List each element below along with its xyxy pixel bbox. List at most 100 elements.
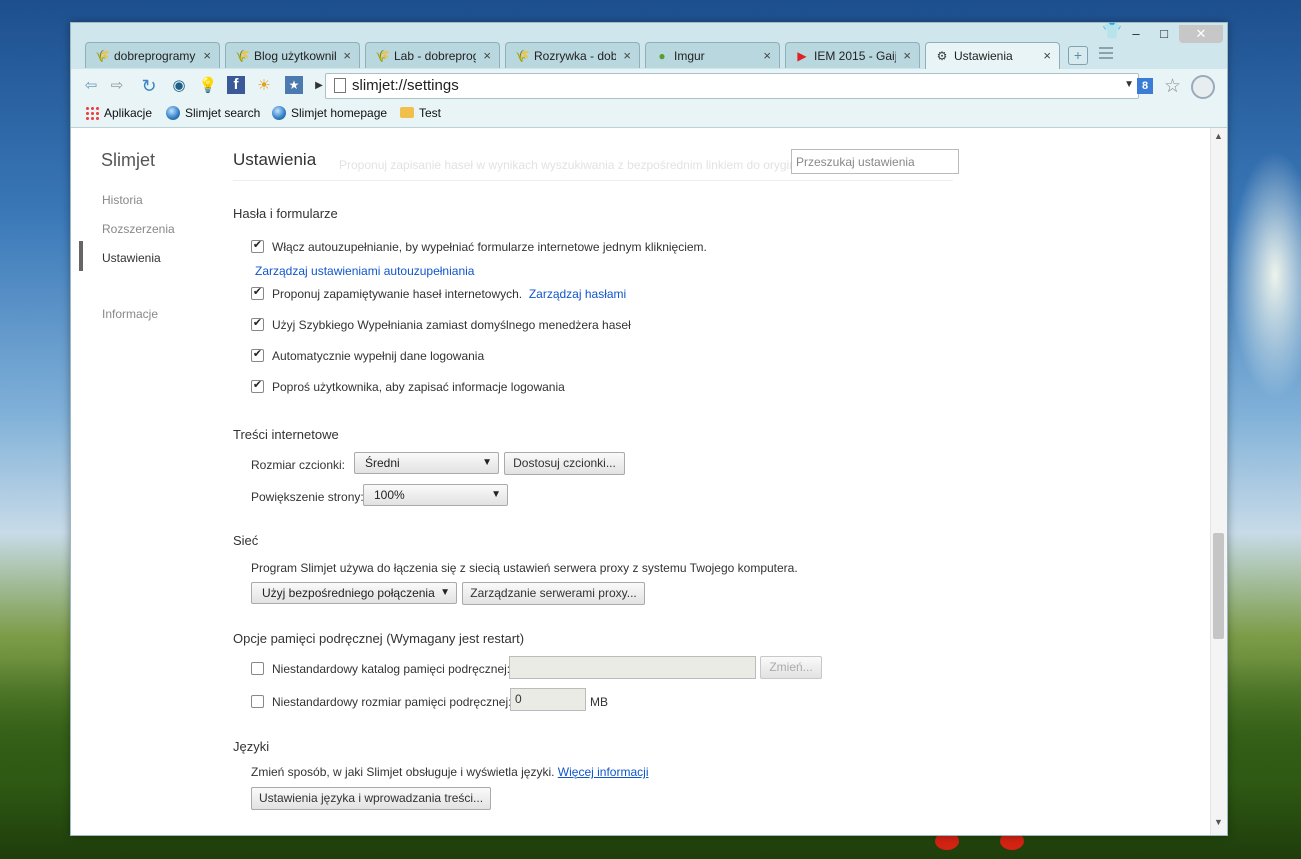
weather-icon[interactable]: ☀ xyxy=(254,76,274,96)
tab-strip: 🌾 dobreprogramy × 🌾 Blog użytkownik × 🌾 … xyxy=(71,23,1227,69)
tab-dobreprogramy[interactable]: 🌾 dobreprogramy × xyxy=(85,42,220,68)
tab-title: Blog użytkownik xyxy=(254,49,336,63)
new-tab-button[interactable]: + xyxy=(1068,46,1088,65)
font-size-select[interactable]: Średni ▼ xyxy=(354,452,499,474)
cache-dir-field[interactable] xyxy=(509,656,756,679)
tab-close-icon[interactable]: × xyxy=(763,48,771,63)
scroll-up-icon[interactable]: ▲ xyxy=(1214,131,1223,141)
download-icon[interactable]: ◉ xyxy=(169,76,189,96)
sidebar-item-historia[interactable]: Historia xyxy=(102,193,143,207)
language-settings-button[interactable]: Ustawienia języka i wprowadzania treści.… xyxy=(251,787,491,810)
settings-page: Slimjet Historia Rozszerzenia Ustawienia… xyxy=(71,128,1227,835)
tab-rozrywka[interactable]: 🌾 Rozrywka - dobr × xyxy=(505,42,640,68)
address-url[interactable]: slimjet://settings xyxy=(352,77,459,94)
favicon-youtube-icon: ▶ xyxy=(797,49,807,63)
quick-fill-checkbox[interactable] xyxy=(251,318,264,331)
proxy-settings-button[interactable]: Zarządzanie serwerami proxy... xyxy=(462,582,645,605)
tab-blog[interactable]: 🌾 Blog użytkownik × xyxy=(225,42,360,68)
bookmark-slimjet-search[interactable]: Slimjet search xyxy=(166,106,260,120)
tab-lab[interactable]: 🌾 Lab - dobreprog × xyxy=(365,42,500,68)
bookmark-label: Test xyxy=(419,106,442,120)
custom-cache-size-checkbox[interactable] xyxy=(251,695,264,708)
cache-size-unit: MB xyxy=(590,695,608,709)
customize-fonts-button[interactable]: Dostosuj czcionki... xyxy=(504,452,625,475)
maximize-button[interactable]: □ xyxy=(1151,25,1177,43)
reload-icon[interactable]: ↻ xyxy=(139,76,159,96)
tab-close-icon[interactable]: × xyxy=(623,48,631,63)
connection-select[interactable]: Użyj bezpośredniego połączenia ▼ xyxy=(251,582,457,604)
tab-close-icon[interactable]: × xyxy=(903,48,911,63)
bookmark-star-icon[interactable]: ☆ xyxy=(1164,75,1181,98)
cache-size-field[interactable]: 0 xyxy=(510,688,586,711)
scrollbar-thumb[interactable] xyxy=(1213,533,1224,639)
favicon-dp-icon: 🌾 xyxy=(95,49,110,63)
browser-window: 🌾 dobreprogramy × 🌾 Blog użytkownik × 🌾 … xyxy=(70,22,1228,836)
tab-iem[interactable]: ▶ IEM 2015 - Gaijin × xyxy=(785,42,920,68)
more-info-link[interactable]: Więcej informacji xyxy=(558,765,649,779)
bookmark-manager-icon[interactable]: ★ xyxy=(285,76,303,94)
forward-icon[interactable]: ⇨ xyxy=(107,76,127,96)
scrollbar[interactable]: ▲ ▼ xyxy=(1210,128,1227,835)
custom-cache-size-option[interactable]: Niestandardowy rozmiar pamięci podręczne… xyxy=(251,695,511,709)
section-title-languages: Języki xyxy=(233,739,270,754)
chevron-down-icon: ▼ xyxy=(440,587,450,598)
manage-passwords-link[interactable]: Zarządzaj hasłami xyxy=(529,287,626,301)
tab-close-icon[interactable]: × xyxy=(343,48,351,63)
bookmark-test[interactable]: Test xyxy=(400,106,441,120)
font-size-value: Średni xyxy=(365,456,400,470)
languages-description-row: Zmień sposób, w jaki Slimjet obsługuje i… xyxy=(251,765,648,779)
save-passwords-checkbox[interactable] xyxy=(251,287,264,300)
zoom-label: Powiększenie strony: xyxy=(251,490,364,504)
auto-login-option[interactable]: Automatycznie wypełnij dane logowania xyxy=(251,349,484,363)
theme-icon[interactable]: 👕 xyxy=(1099,23,1125,41)
minimize-button[interactable]: – xyxy=(1123,25,1149,43)
tab-close-icon[interactable]: × xyxy=(483,48,491,63)
bookmark-apps[interactable]: Aplikacje xyxy=(85,106,152,120)
ask-save-option[interactable]: Poproś użytkownika, aby zapisać informac… xyxy=(251,380,565,394)
save-passwords-option[interactable]: Proponuj zapamiętywanie haseł internetow… xyxy=(251,287,626,301)
sidebar-item-rozszerzenia[interactable]: Rozszerzenia xyxy=(102,222,175,236)
apps-icon xyxy=(85,106,99,120)
tab-title: Rozrywka - dobr xyxy=(534,49,616,63)
tab-settings[interactable]: ⚙ Ustawienia × xyxy=(925,42,1060,69)
bookmark-slimjet-homepage[interactable]: Slimjet homepage xyxy=(272,106,387,120)
tab-title: Lab - dobreprog xyxy=(394,49,476,63)
tab-title: dobreprogramy xyxy=(114,49,196,63)
favicon-dp-icon: 🌾 xyxy=(235,49,250,63)
globe-icon xyxy=(272,106,286,120)
autofill-option[interactable]: Włącz autouzupełnianie, by wypełniać for… xyxy=(251,240,707,254)
custom-cache-dir-checkbox[interactable] xyxy=(251,662,264,675)
facebook-icon[interactable]: f xyxy=(227,76,245,94)
tab-imgur[interactable]: ● Imgur × xyxy=(645,42,780,68)
scroll-down-icon[interactable]: ▼ xyxy=(1214,817,1223,827)
zoom-select[interactable]: 100% ▼ xyxy=(363,484,508,506)
bulb-icon[interactable]: 💡 xyxy=(198,76,218,96)
manage-autofill-link[interactable]: Zarządzaj ustawieniami autouzupełniania xyxy=(255,264,474,278)
change-cache-dir-button[interactable]: Zmień... xyxy=(760,656,822,679)
header-divider xyxy=(233,180,953,181)
address-bar[interactable]: slimjet://settings ▼ xyxy=(325,73,1139,99)
autofill-settings-link-row: Zarządzaj ustawieniami autouzupełniania xyxy=(255,264,474,278)
auto-login-checkbox[interactable] xyxy=(251,349,264,362)
ask-save-checkbox[interactable] xyxy=(251,380,264,393)
chevron-down-icon[interactable]: ▼ xyxy=(1124,79,1134,90)
gear-icon: ⚙ xyxy=(936,49,948,63)
sidebar-item-ustawienia[interactable]: Ustawienia xyxy=(102,251,161,265)
tab-title: IEM 2015 - Gaijin xyxy=(814,49,896,63)
quick-fill-option[interactable]: Użyj Szybkiego Wypełniania zamiast domyś… xyxy=(251,318,631,332)
tab-close-icon[interactable]: × xyxy=(1043,48,1051,63)
bookmark-label: Slimjet search xyxy=(185,106,261,120)
back-icon[interactable]: ⇦ xyxy=(81,76,101,96)
sidebar-item-informacje[interactable]: Informacje xyxy=(102,307,158,321)
page-title: Ustawienia xyxy=(233,150,317,169)
autofill-checkbox[interactable] xyxy=(251,240,264,253)
ask-save-label: Poproś użytkownika, aby zapisać informac… xyxy=(272,380,565,394)
zoom-value: 100% xyxy=(374,488,405,502)
tab-list-icon[interactable] xyxy=(1099,47,1113,62)
settings-search-input[interactable] xyxy=(791,149,959,174)
close-window-button[interactable]: ✕ xyxy=(1179,25,1223,43)
custom-cache-dir-option[interactable]: Niestandardowy katalog pamięci podręczne… xyxy=(251,662,510,676)
search-engine-icon[interactable]: 8 xyxy=(1137,78,1153,94)
settings-menu-icon[interactable] xyxy=(1191,75,1215,99)
tab-close-icon[interactable]: × xyxy=(203,48,211,63)
